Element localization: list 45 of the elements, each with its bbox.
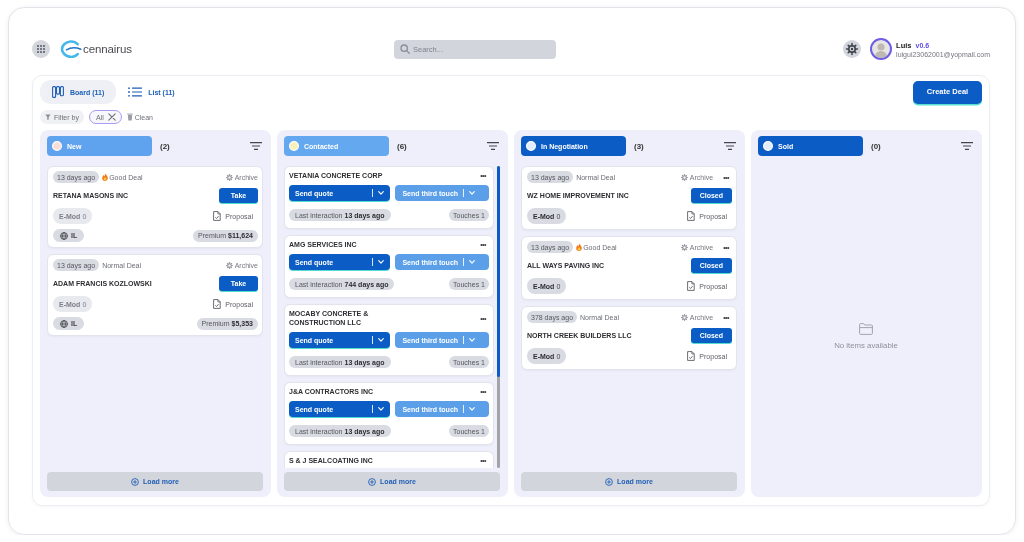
gear-icon bbox=[680, 173, 688, 181]
gear-icon bbox=[225, 173, 233, 181]
filter-icon[interactable] bbox=[961, 142, 973, 150]
plus-circle-icon bbox=[368, 477, 377, 486]
chevron-down-icon bbox=[377, 260, 384, 264]
chevron-down-icon bbox=[377, 407, 384, 411]
logo-text: cennairus bbox=[83, 43, 132, 55]
column-count: (3) bbox=[634, 141, 644, 151]
trash-icon bbox=[126, 113, 133, 121]
gear-icon bbox=[680, 243, 688, 251]
settings-icon[interactable] bbox=[843, 40, 862, 58]
globe-icon bbox=[60, 231, 68, 240]
avatar-silhouette-icon[interactable] bbox=[870, 38, 893, 60]
filter-icon[interactable] bbox=[487, 142, 499, 150]
scrollbar-thumb[interactable] bbox=[497, 166, 500, 378]
column-count: (2) bbox=[160, 141, 170, 151]
grid-menu-icon[interactable] bbox=[32, 40, 50, 58]
filter-icon[interactable] bbox=[724, 142, 736, 150]
document-icon bbox=[213, 211, 222, 221]
document-icon bbox=[687, 211, 696, 221]
chevron-down-icon bbox=[469, 191, 476, 195]
search-icon bbox=[400, 44, 410, 54]
gear-icon bbox=[680, 313, 688, 321]
document-icon bbox=[687, 351, 696, 361]
filter-icon[interactable] bbox=[250, 142, 262, 150]
document-icon bbox=[213, 299, 222, 309]
chevron-down-icon bbox=[377, 191, 384, 195]
scrollbar[interactable] bbox=[497, 166, 500, 468]
document-icon bbox=[687, 281, 696, 291]
plus-circle-icon bbox=[605, 477, 614, 486]
chevron-down-icon bbox=[377, 338, 384, 342]
funnel-icon bbox=[45, 114, 51, 120]
globe-icon bbox=[60, 319, 68, 328]
column-count: (0) bbox=[871, 141, 881, 151]
folder-icon bbox=[859, 323, 873, 335]
column-count: (6) bbox=[397, 141, 407, 151]
chevron-down-icon bbox=[469, 407, 476, 411]
close-icon bbox=[107, 113, 116, 121]
plus-circle-icon bbox=[131, 477, 140, 486]
chevron-down-icon bbox=[469, 338, 476, 342]
kanban-board-icon bbox=[52, 86, 64, 98]
gear-icon bbox=[225, 261, 233, 269]
list-icon bbox=[128, 87, 143, 97]
chevron-down-icon bbox=[469, 260, 476, 264]
swoosh-logo-icon bbox=[60, 40, 82, 58]
